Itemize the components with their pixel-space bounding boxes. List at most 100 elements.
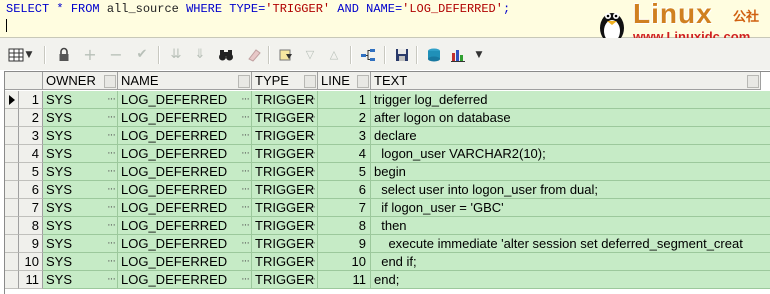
save-icon[interactable] [394,47,410,63]
remove-row-icon[interactable]: − [108,47,124,63]
cell-text[interactable]: execute immediate 'alter session set def… [371,235,770,253]
find-binoculars-icon[interactable] [218,47,234,63]
cell-type[interactable]: TRIGGER ··· [252,271,318,289]
ellipsis-edit-icon[interactable]: ··· [307,217,316,234]
cell-owner[interactable]: SYS ··· [43,217,118,235]
cell-name[interactable]: LOG_DEFERRED ··· [118,91,252,109]
cell-owner[interactable]: SYS ··· [43,235,118,253]
column-header-name[interactable]: NAME [118,72,252,90]
cell-line[interactable]: 5 [318,163,371,181]
cell-line[interactable]: 1 [318,91,371,109]
ellipsis-edit-icon[interactable]: ··· [107,145,116,162]
cell-text[interactable]: then [371,217,770,235]
column-menu-button[interactable] [238,75,250,88]
cell-text[interactable]: trigger log_deferred [371,91,770,109]
ellipsis-edit-icon[interactable]: ··· [307,145,316,162]
dropdown-arrow-icon[interactable]: ▼ [24,47,34,63]
column-menu-button[interactable] [747,75,759,88]
ellipsis-edit-icon[interactable]: ··· [307,199,316,216]
cell-name[interactable]: LOG_DEFERRED ··· [118,253,252,271]
ellipsis-edit-icon[interactable]: ··· [307,163,316,180]
chart-icon[interactable] [450,47,466,63]
cell-type[interactable]: TRIGGER ··· [252,217,318,235]
cell-owner[interactable]: SYS ··· [43,181,118,199]
column-menu-button[interactable] [357,75,369,88]
table-row[interactable]: 1 SYS ··· LOG_DEFERRED ··· TRIGGER ··· 1 trigger… [5,91,770,109]
ellipsis-edit-icon[interactable]: ··· [241,235,250,252]
ellipsis-edit-icon[interactable]: ··· [241,127,250,144]
cell-text[interactable]: logon_user VARCHAR2(10); [371,145,770,163]
ellipsis-edit-icon[interactable]: ··· [307,253,316,270]
cell-line[interactable]: 3 [318,127,371,145]
cell-name[interactable]: LOG_DEFERRED ··· [118,109,252,127]
cell-owner[interactable]: SYS ··· [43,109,118,127]
ellipsis-edit-icon[interactable]: ··· [107,235,116,252]
cell-owner[interactable]: SYS ··· [43,253,118,271]
cell-type[interactable]: TRIGGER ··· [252,235,318,253]
ellipsis-edit-icon[interactable]: ··· [107,271,116,288]
table-row[interactable]: 7 SYS ··· LOG_DEFERRED ··· TRIGGER ··· 7 if log… [5,199,770,217]
cell-line[interactable]: 2 [318,109,371,127]
ellipsis-edit-icon[interactable]: ··· [241,253,250,270]
table-row[interactable]: 8 SYS ··· LOG_DEFERRED ··· TRIGGER ··· 8 then [5,217,770,235]
add-row-icon[interactable]: + [82,47,98,63]
ellipsis-edit-icon[interactable]: ··· [241,271,250,288]
table-row[interactable]: 2 SYS ··· LOG_DEFERRED ··· TRIGGER ··· 2 after l… [5,109,770,127]
ellipsis-edit-icon[interactable]: ··· [241,181,250,198]
post-check-icon[interactable]: ✔ [134,47,150,63]
table-row[interactable]: 9 SYS ··· LOG_DEFERRED ··· TRIGGER ··· 9 execut… [5,235,770,253]
ellipsis-edit-icon[interactable]: ··· [307,91,316,108]
sort-up-icon[interactable]: △ [326,47,342,63]
ellipsis-edit-icon[interactable]: ··· [107,199,116,216]
ellipsis-edit-icon[interactable]: ··· [307,235,316,252]
ellipsis-edit-icon[interactable]: ··· [107,163,116,180]
cell-line[interactable]: 4 [318,145,371,163]
export-icon[interactable] [426,47,442,63]
cell-line[interactable]: 6 [318,181,371,199]
cell-owner[interactable]: SYS ··· [43,127,118,145]
cell-type[interactable]: TRIGGER ··· [252,145,318,163]
ellipsis-edit-icon[interactable]: ··· [241,217,250,234]
cell-name[interactable]: LOG_DEFERRED ··· [118,235,252,253]
filter-clear-icon[interactable]: ⇓ [192,47,208,63]
cell-line[interactable]: 10 [318,253,371,271]
filter-down-icon[interactable]: ⇊ [168,47,184,63]
cell-name[interactable]: LOG_DEFERRED ··· [118,127,252,145]
cell-text[interactable]: begin [371,163,770,181]
table-row[interactable]: 6 SYS ··· LOG_DEFERRED ··· TRIGGER ··· 6 select… [5,181,770,199]
table-row[interactable]: 3 SYS ··· LOG_DEFERRED ··· TRIGGER ··· 3 declare [5,127,770,145]
cell-name[interactable]: LOG_DEFERRED ··· [118,145,252,163]
cell-owner[interactable]: SYS ··· [43,145,118,163]
cell-text[interactable]: declare [371,127,770,145]
ellipsis-edit-icon[interactable]: ··· [107,181,116,198]
cell-line[interactable]: 8 [318,217,371,235]
ellipsis-edit-icon[interactable]: ··· [107,253,116,270]
table-row[interactable]: 10 SYS ··· LOG_DEFERRED ··· TRIGGER ··· 10 end … [5,253,770,271]
grid-view-icon[interactable] [8,47,24,63]
cell-name[interactable]: LOG_DEFERRED ··· [118,199,252,217]
ellipsis-edit-icon[interactable]: ··· [241,199,250,216]
table-row[interactable]: 5 SYS ··· LOG_DEFERRED ··· TRIGGER ··· 5 begin [5,163,770,181]
cell-owner[interactable]: SYS ··· [43,163,118,181]
ellipsis-edit-icon[interactable]: ··· [241,163,250,180]
ellipsis-edit-icon[interactable]: ··· [241,145,250,162]
column-menu-button[interactable] [304,75,316,88]
cell-name[interactable]: LOG_DEFERRED ··· [118,217,252,235]
ellipsis-edit-icon[interactable]: ··· [307,271,316,288]
lock-icon[interactable] [56,47,72,63]
column-header-text[interactable]: TEXT [371,72,761,90]
cell-line[interactable]: 9 [318,235,371,253]
cell-type[interactable]: TRIGGER ··· [252,181,318,199]
cell-text[interactable]: after logon on database [371,109,770,127]
cell-name[interactable]: LOG_DEFERRED ··· [118,181,252,199]
cell-name[interactable]: LOG_DEFERRED ··· [118,163,252,181]
query-plan-icon[interactable] [360,47,376,63]
table-row[interactable]: 4 SYS ··· LOG_DEFERRED ··· TRIGGER ··· 4 logon_… [5,145,770,163]
cell-type[interactable]: TRIGGER ··· [252,91,318,109]
cell-type[interactable]: TRIGGER ··· [252,163,318,181]
result-grid[interactable]: OWNER NAME TYPE LINE TEXT 1 SYS ··· LOG_DEF… [4,71,770,294]
cell-owner[interactable]: SYS ··· [43,271,118,289]
cell-owner[interactable]: SYS ··· [43,91,118,109]
cell-type[interactable]: TRIGGER ··· [252,199,318,217]
cell-type[interactable]: TRIGGER ··· [252,109,318,127]
